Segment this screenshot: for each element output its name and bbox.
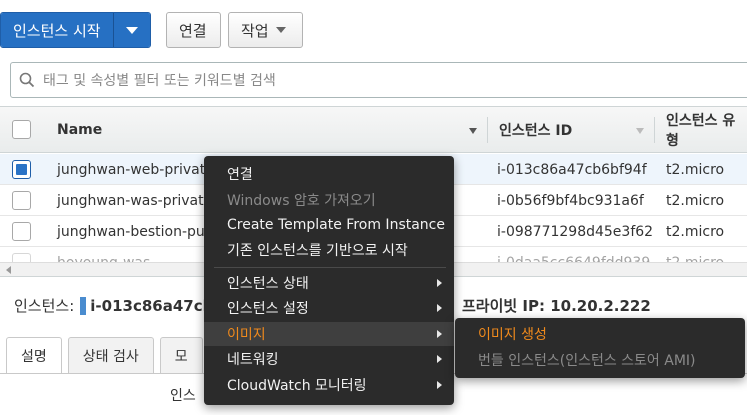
instance-id: i-0b56f9bf4bc931a6f bbox=[497, 192, 644, 209]
instance-name: junghwan-web-private bbox=[57, 161, 214, 178]
launch-instance-dropdown-button[interactable] bbox=[113, 13, 150, 47]
launch-instance-button[interactable]: 인스턴스 시작 bbox=[1, 13, 114, 47]
instance-label: 인스턴스: bbox=[14, 297, 75, 315]
menu-item-get-windows-password: Windows 암호 가져오기 bbox=[227, 193, 376, 209]
menu-item-label: 인스턴스 상태 bbox=[227, 276, 309, 292]
menu-item-label: 네트워킹 bbox=[227, 352, 279, 368]
column-header-name[interactable]: Name bbox=[57, 107, 102, 153]
menu-item-label: 인스턴스 설정 bbox=[227, 301, 309, 317]
menu-item-connect[interactable]: 연결 bbox=[204, 162, 454, 186]
actions-button[interactable]: 작업 bbox=[228, 12, 303, 48]
menu-item-label: CloudWatch 모니터링 bbox=[227, 378, 367, 394]
chevron-right-icon bbox=[437, 304, 442, 312]
image-submenu: 이미지 생성 번들 인스턴스(인스턴스 스토어 AMI) bbox=[455, 318, 745, 378]
sort-icon[interactable] bbox=[636, 128, 644, 134]
instance-name: junghwan-bestion-pub bbox=[57, 223, 214, 240]
detail-tabs: 설명 상태 검사 모 bbox=[6, 337, 209, 374]
menu-item-instance-state[interactable]: 인스턴스 상태 bbox=[204, 271, 454, 295]
column-header-instance-type[interactable]: 인스턴스 유형 bbox=[666, 107, 747, 153]
instance-id: i-013c86a47cb6bf94f bbox=[497, 161, 647, 178]
connect-button-label: 연결 bbox=[179, 21, 207, 40]
search-icon bbox=[19, 72, 35, 88]
menu-item-instance-settings[interactable]: 인스턴스 설정 bbox=[204, 296, 454, 320]
chevron-down-icon bbox=[275, 27, 286, 33]
chevron-right-icon bbox=[437, 381, 442, 389]
row-checkbox[interactable] bbox=[12, 160, 31, 179]
instance-name: junghwan-was-private bbox=[57, 192, 213, 209]
menu-item-label: 이미지 bbox=[227, 327, 266, 343]
tab-description[interactable]: 설명 bbox=[6, 337, 62, 374]
column-divider bbox=[654, 117, 655, 143]
tab-status-checks[interactable]: 상태 검사 bbox=[67, 337, 154, 373]
instance-type: t2.micro bbox=[666, 192, 725, 209]
column-header-instance-id[interactable]: 인스턴스 ID bbox=[499, 107, 572, 153]
instance-type: t2.micro bbox=[666, 223, 725, 240]
menu-item-create-image[interactable]: 이미지 생성 bbox=[455, 322, 745, 346]
detail-title: 인스턴스: i-013c86a47cb bbox=[14, 295, 213, 316]
chevron-right-icon bbox=[437, 279, 442, 287]
chevron-right-icon bbox=[437, 330, 442, 338]
menu-item-launch-more-like-this[interactable]: 기존 인스턴스를 기반으로 시작 bbox=[204, 238, 454, 262]
actions-button-label: 작업 bbox=[241, 21, 269, 40]
row-checkbox[interactable] bbox=[12, 191, 31, 210]
instance-id: i-098771298d45e3f62 bbox=[497, 223, 654, 240]
select-all-checkbox[interactable] bbox=[12, 120, 31, 139]
tab-monitoring[interactable]: 모 bbox=[159, 337, 203, 373]
chevron-right-icon bbox=[437, 355, 442, 363]
scroll-left-icon[interactable] bbox=[6, 266, 11, 274]
chevron-down-icon bbox=[125, 26, 138, 34]
connect-button[interactable]: 연결 bbox=[166, 12, 221, 48]
column-divider bbox=[487, 117, 488, 143]
instance-type: t2.micro bbox=[666, 161, 725, 178]
launch-instance-split-button: 인스턴스 시작 bbox=[0, 12, 151, 48]
detail-field-label: 인스 bbox=[170, 388, 196, 404]
private-ip: 프라이빗 IP: 10.20.2.222 bbox=[462, 297, 651, 315]
menu-item-bundle-instance: 번들 인스턴스(인스턴스 스토어 AMI) bbox=[478, 353, 696, 369]
sort-icon[interactable] bbox=[469, 128, 477, 134]
detail-instance-id: i-013c86a47cb bbox=[90, 296, 214, 315]
menu-item-create-template[interactable]: Create Template From Instance bbox=[204, 213, 454, 237]
table-header: Name 인스턴스 ID 인스턴스 유형 bbox=[0, 107, 747, 153]
search-input[interactable]: 태그 및 속성별 필터 또는 키워드별 검색 bbox=[10, 62, 747, 98]
instance-status-marker bbox=[80, 296, 87, 315]
context-menu: 연결 Windows 암호 가져오기 Create Template From … bbox=[204, 156, 454, 405]
menu-item-networking[interactable]: 네트워킹 bbox=[204, 347, 454, 371]
menu-item-image[interactable]: 이미지 bbox=[204, 322, 454, 346]
row-checkbox[interactable] bbox=[12, 222, 31, 241]
menu-divider bbox=[214, 267, 446, 268]
menu-item-cloudwatch-monitoring[interactable]: CloudWatch 모니터링 bbox=[204, 373, 454, 397]
search-placeholder: 태그 및 속성별 필터 또는 키워드별 검색 bbox=[43, 73, 276, 89]
